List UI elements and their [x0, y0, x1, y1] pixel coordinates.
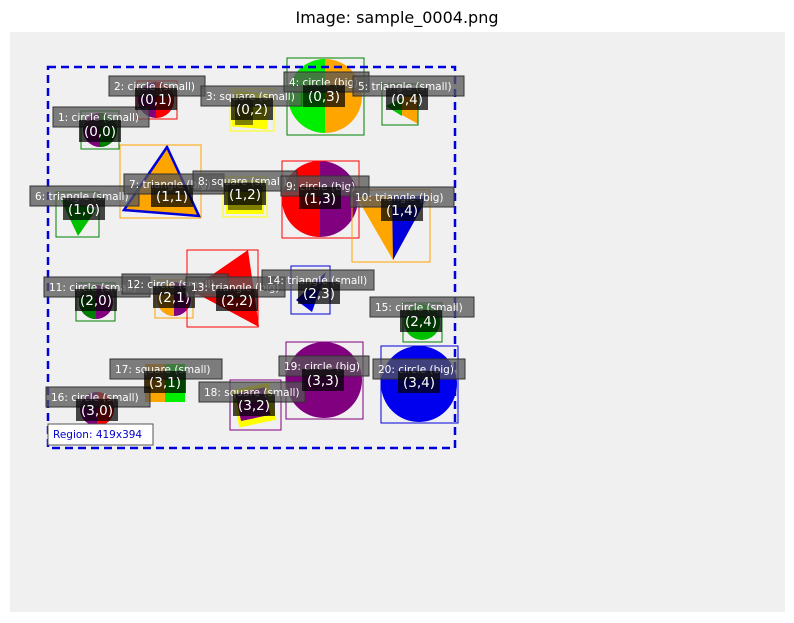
grid-cell-label: (3,0) — [81, 403, 113, 419]
grid-cell-label: (2,1) — [158, 290, 190, 306]
grid-cell-label: (1,3) — [304, 191, 336, 207]
grid-cell-label: (2,2) — [221, 293, 253, 309]
region-label: Region: 419x394 — [47, 423, 154, 446]
svg-text:Region: 419x394: Region: 419x394 — [53, 429, 142, 441]
grid-cell-label: (3,2) — [238, 398, 270, 414]
annotated-image: 1: circle (small)(0,0)2: circle (small)(… — [10, 32, 785, 612]
grid-cell-label: (0,3) — [308, 89, 340, 105]
grid-cell-label: (0,0) — [84, 124, 116, 140]
grid-cell-label: (3,3) — [307, 373, 339, 389]
grid-cell-label: (2,0) — [80, 293, 112, 309]
grid-cell-label: (3,4) — [403, 375, 435, 391]
grid-cell-label: (0,1) — [140, 92, 172, 108]
grid-cell-label: (2,4) — [405, 314, 437, 330]
grid-cell-label: (3,1) — [149, 375, 181, 391]
grid-cell-label: (1,2) — [229, 187, 261, 203]
grid-cell-label: (1,1) — [156, 189, 188, 205]
grid-cell-label: (2,3) — [303, 286, 335, 302]
grid-cell-label: (0,2) — [236, 102, 268, 118]
grid-cell-label: (1,0) — [68, 202, 100, 218]
grid-cell-label: (1,4) — [386, 203, 418, 219]
grid-cell-label: (0,4) — [391, 92, 423, 108]
